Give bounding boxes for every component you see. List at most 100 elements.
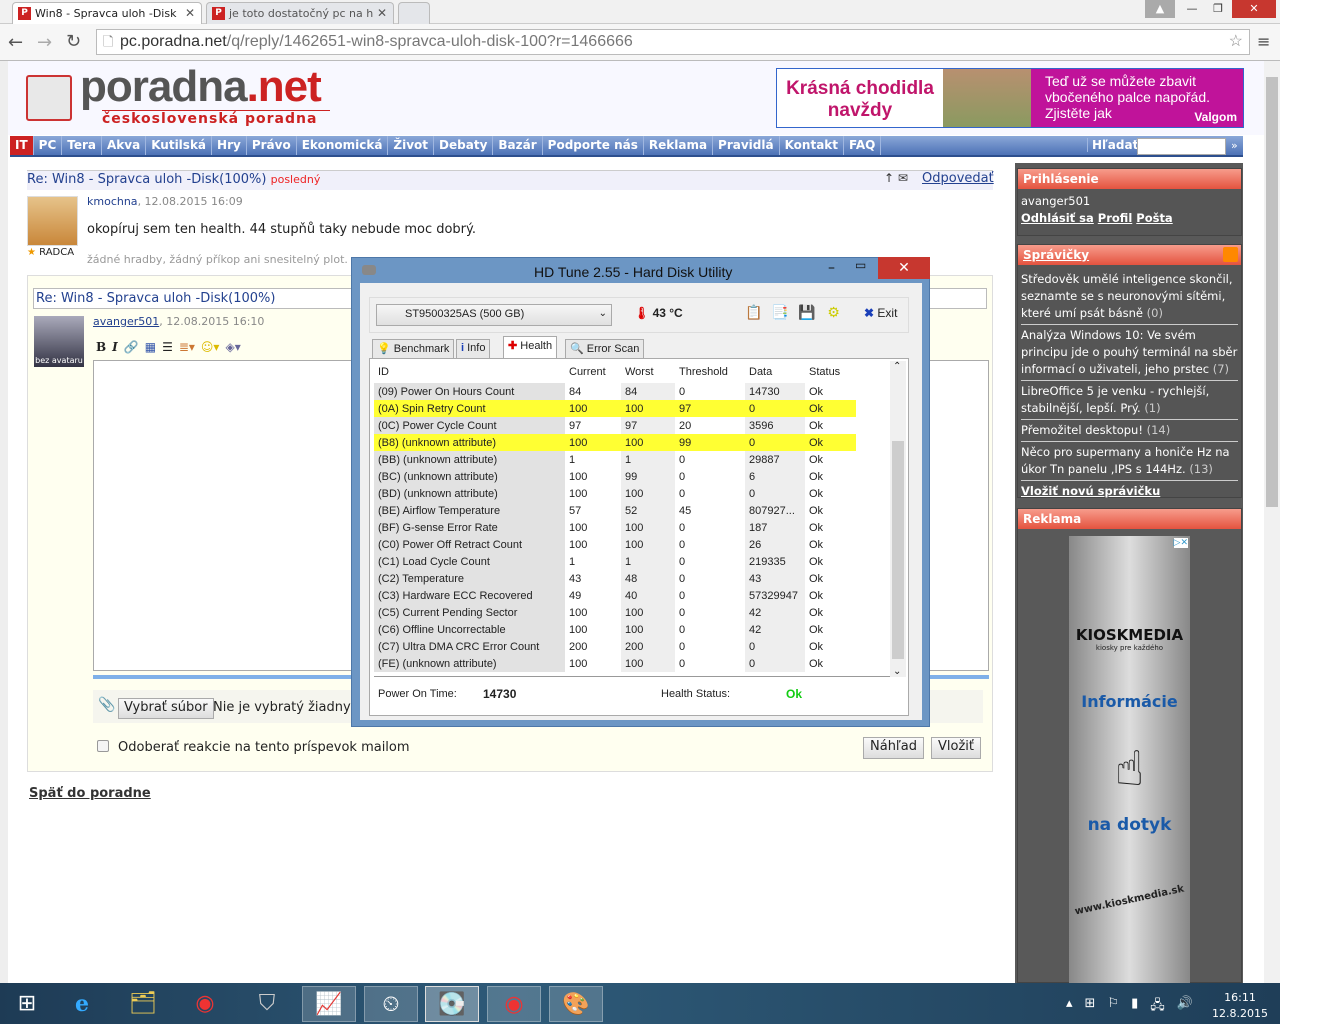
chrome-running-icon[interactable]: ◉: [487, 986, 541, 1022]
internet-explorer-icon[interactable]: e: [55, 986, 109, 1022]
start-windows-icon[interactable]: ⊞: [0, 986, 54, 1022]
back-icon[interactable]: ←: [8, 32, 23, 53]
scroll-up-icon[interactable]: ⌃: [893, 361, 901, 372]
smiley-icon[interactable]: ☺▾: [201, 340, 220, 354]
column-header[interactable]: Status: [805, 361, 856, 383]
tab-info[interactable]: i Info: [456, 339, 491, 358]
tab-inactive[interactable]: P je toto dostatočný pc na h ✕: [206, 2, 394, 24]
options-icon[interactable]: ⚙: [825, 305, 842, 322]
reload-icon[interactable]: ↻: [66, 31, 81, 52]
table-row[interactable]: (C5) Current Pending Sector 100 100 0 42 Ok: [374, 604, 856, 621]
nav-item[interactable]: Akva: [102, 136, 147, 155]
nav-item[interactable]: Právo: [247, 136, 297, 155]
speedometer-app-icon[interactable]: ⏲: [364, 986, 418, 1022]
profile-link[interactable]: Profil: [1098, 211, 1132, 225]
volume-icon[interactable]: 🔊: [1177, 996, 1193, 1018]
news-title-link[interactable]: Správičky: [1023, 248, 1089, 262]
file-explorer-icon[interactable]: 🗂: [116, 986, 170, 1022]
nav-item[interactable]: Kutilská: [146, 136, 213, 155]
tab-benchmark[interactable]: 💡 Benchmark: [372, 339, 455, 358]
table-row[interactable]: (0C) Power Cycle Count 97 97 20 3596 Ok: [374, 417, 856, 434]
exit-button[interactable]: ✖ Exit: [864, 306, 897, 320]
tab-active[interactable]: P Win8 - Spravca uloh -Disk ✕: [12, 2, 202, 24]
page-scrollbar-thumb[interactable]: [1266, 77, 1278, 507]
clock[interactable]: 16:11 12.8.2015: [1212, 990, 1268, 1022]
author-link[interactable]: avanger501: [93, 315, 159, 328]
logout-link[interactable]: Odhlásiť sa: [1021, 211, 1094, 225]
special-chars-icon[interactable]: ◈▾: [225, 340, 240, 354]
table-row[interactable]: (BB) (unknown attribute) 1 1 0 29887 Ok: [374, 451, 856, 468]
copy-screenshot-icon[interactable]: 📑: [771, 305, 788, 322]
nav-item[interactable]: Reklama: [644, 136, 714, 155]
user-icon[interactable]: ▲: [1145, 0, 1175, 18]
choose-file-button[interactable]: Vybrať súbor: [118, 698, 214, 719]
list-icon[interactable]: ≣▾: [179, 340, 195, 354]
submit-button[interactable]: Vložiť: [931, 737, 981, 759]
reply-link[interactable]: Odpovedať: [922, 171, 994, 186]
url-input[interactable]: 🗋 pc.poradna.net/q/reply/1462651-win8-sp…: [96, 29, 1250, 55]
news-item[interactable]: Přemožitel desktopu! (14): [1021, 420, 1238, 442]
image-icon[interactable]: ▦: [145, 340, 156, 354]
nav-item[interactable]: PC: [34, 136, 63, 155]
battery-icon[interactable]: ▮: [1131, 996, 1138, 1018]
nav-item[interactable]: Ekonomická: [297, 136, 389, 155]
hdtune-taskbar-icon[interactable]: 💽: [425, 986, 479, 1022]
nav-item[interactable]: Život: [388, 136, 435, 155]
world-of-tanks-icon[interactable]: ⛉: [240, 986, 294, 1022]
table-row[interactable]: (C2) Temperature 43 48 0 43 Ok: [374, 570, 856, 587]
table-row[interactable]: (BF) G-sense Error Rate 100 100 0 187 Ok: [374, 519, 856, 536]
close-tab-icon[interactable]: ✕: [377, 6, 387, 20]
table-row[interactable]: (09) Power On Hours Count 84 84 0 14730 Ok: [374, 383, 856, 400]
ad-close-icon[interactable]: ▷✕: [1173, 538, 1188, 548]
forward-icon[interactable]: →: [37, 32, 52, 53]
menu-icon[interactable]: ≡: [1257, 32, 1270, 51]
nav-item[interactable]: Pravidlá: [713, 136, 780, 155]
table-row[interactable]: (0A) Spin Retry Count 100 100 97 0 Ok: [374, 400, 856, 417]
quote-icon[interactable]: ☰: [162, 340, 173, 354]
site-logo[interactable]: poradna.net: [80, 62, 322, 112]
subscribe-checkbox[interactable]: [97, 740, 109, 752]
back-link[interactable]: Späť do poradne: [29, 786, 151, 801]
table-row[interactable]: (C7) Ultra DMA CRC Error Count 200 200 0 0 Ok: [374, 638, 856, 655]
bold-icon[interactable]: B: [96, 340, 106, 354]
mail-link[interactable]: Pošta: [1136, 211, 1172, 225]
save-icon[interactable]: 💾: [798, 305, 815, 322]
maximize-button[interactable]: ▭: [855, 258, 866, 272]
bookmark-star-icon[interactable]: ☆: [1229, 31, 1243, 51]
action-center-flag-icon[interactable]: ⚐: [1107, 996, 1119, 1018]
nav-item[interactable]: Tera: [62, 136, 103, 155]
author-link[interactable]: kmochna: [87, 195, 138, 208]
nav-item[interactable]: Podporte nás: [543, 136, 644, 155]
nav-item[interactable]: Debaty: [434, 136, 494, 155]
new-tab-button[interactable]: [398, 2, 430, 24]
copy-text-icon[interactable]: 📋: [745, 305, 762, 322]
scrollbar-thumb[interactable]: [892, 441, 904, 659]
table-row[interactable]: (C3) Hardware ECC Recovered 49 40 0 57329947…: [374, 587, 856, 604]
close-window-button[interactable]: ✕: [1232, 0, 1276, 18]
maximize-button[interactable]: ❐: [1203, 0, 1233, 18]
resource-monitor-icon[interactable]: 📈: [302, 986, 356, 1022]
search-button[interactable]: »: [1231, 139, 1238, 152]
table-row[interactable]: (C6) Offline Uncorrectable 100 100 0 42 Ok: [374, 621, 856, 638]
table-scrollbar[interactable]: ⌃ ⌄: [890, 361, 906, 677]
link-icon[interactable]: 🔗: [124, 340, 139, 354]
preview-button[interactable]: Náhľad: [863, 737, 925, 759]
logo-laptop-icon[interactable]: [26, 75, 72, 121]
up-arrow-icon[interactable]: ↑ ✉: [884, 171, 908, 185]
chrome-icon[interactable]: ◉: [178, 986, 232, 1022]
table-row[interactable]: (BC) (unknown attribute) 100 99 0 6 Ok: [374, 468, 856, 485]
table-row[interactable]: (B8) (unknown attribute) 100 100 99 0 Ok: [374, 434, 856, 451]
column-header[interactable]: Worst: [621, 361, 675, 383]
table-row[interactable]: (C1) Load Cycle Count 1 1 0 219335 Ok: [374, 553, 856, 570]
table-row[interactable]: (BE) Airflow Temperature 57 52 45 807927... O…: [374, 502, 856, 519]
news-item[interactable]: Analýza Windows 10: Ve svém principu jde…: [1021, 325, 1238, 381]
nav-item[interactable]: Bazár: [493, 136, 543, 155]
table-row[interactable]: (BD) (unknown attribute) 100 100 0 0 Ok: [374, 485, 856, 502]
news-item[interactable]: LibreOffice 5 je venku - rychlejší, stab…: [1021, 381, 1238, 420]
banner-ad[interactable]: Krásná chodidla navždy Teď už se můžete …: [776, 68, 1244, 128]
network-icon[interactable]: 🖧: [1150, 996, 1165, 1018]
nav-item[interactable]: FAQ: [844, 136, 882, 155]
column-header[interactable]: Threshold: [675, 361, 745, 383]
windows-logo-icon[interactable]: ⊞: [1085, 996, 1096, 1018]
tray-expand-icon[interactable]: ▴: [1066, 996, 1073, 1018]
